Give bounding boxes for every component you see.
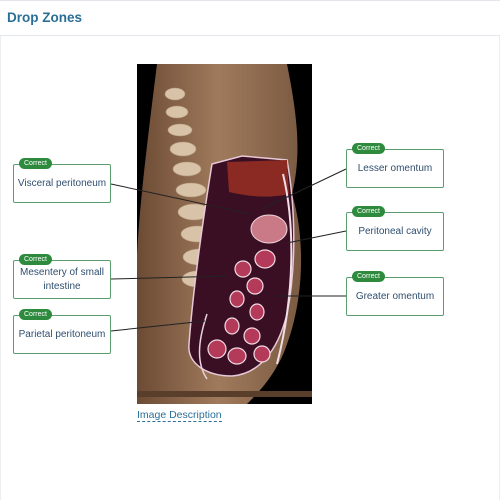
drop-zone-label: Mesentery of small intestine xyxy=(20,266,104,292)
left-divider xyxy=(0,36,1,500)
drop-zone-lesser-omentum[interactable]: Correct Lesser omentum xyxy=(346,143,444,188)
page-title: Drop Zones xyxy=(7,10,83,25)
drop-zone-label: Visceral peritoneum xyxy=(17,177,107,189)
drop-zone-parietal-peritoneum[interactable]: Correct Parietal peritoneum xyxy=(13,309,111,354)
correct-badge: Correct xyxy=(352,271,385,282)
drop-zone-label: Parietal peritoneum xyxy=(18,328,106,340)
drop-zone-label: Lesser omentum xyxy=(357,162,433,174)
image-description-link[interactable]: Image Description xyxy=(137,409,222,422)
correct-badge: Correct xyxy=(19,254,52,265)
drop-zone-greater-omentum[interactable]: Correct Greater omentum xyxy=(346,271,444,316)
drop-zone-label: Peritoneal cavity xyxy=(358,225,432,237)
anatomy-image xyxy=(137,64,312,404)
drop-zone-peritoneal-cavity[interactable]: Correct Peritoneal cavity xyxy=(346,206,444,251)
correct-badge: Correct xyxy=(352,206,385,217)
drop-zone-visceral-peritoneum[interactable]: Correct Visceral peritoneum xyxy=(13,158,111,203)
correct-badge: Correct xyxy=(19,158,52,169)
drop-zone-mesentery-small-intestine[interactable]: Correct Mesentery of small intestine xyxy=(13,254,111,299)
drop-zones-header: Drop Zones xyxy=(0,0,500,36)
correct-badge: Correct xyxy=(352,143,385,154)
correct-badge: Correct xyxy=(19,309,52,320)
drop-zone-label: Greater omentum xyxy=(355,290,435,302)
